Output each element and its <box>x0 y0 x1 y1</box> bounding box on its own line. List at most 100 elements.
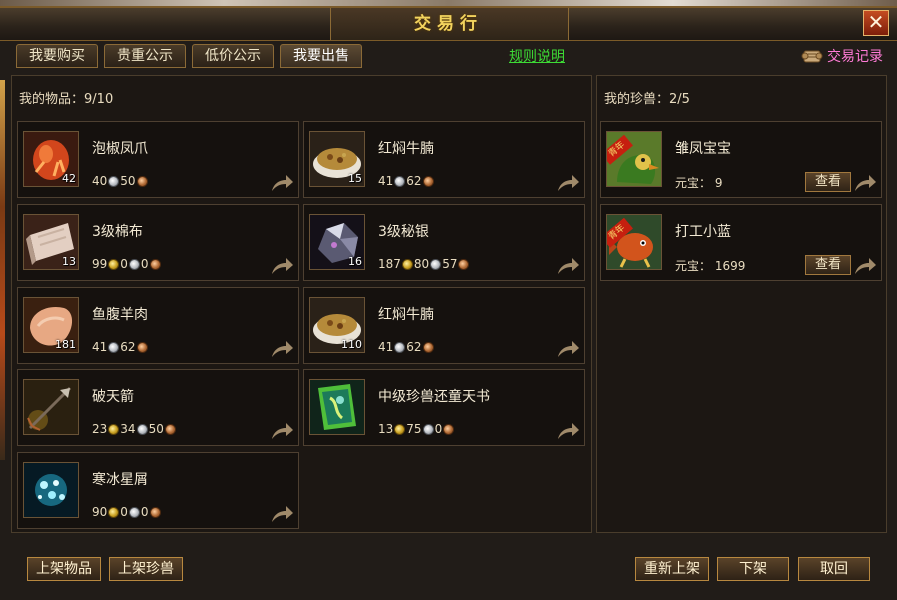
share-arrow-icon[interactable] <box>853 256 877 276</box>
item-name: 3级棉布 <box>92 224 143 240</box>
copper-coin-icon <box>422 341 434 353</box>
tab-buy[interactable]: 我要购买 <box>16 44 98 68</box>
pet-price: 元宝： 1699 <box>675 257 745 274</box>
item-quantity: 15 <box>348 172 362 185</box>
phoenix-chick-icon: 青年 <box>606 131 662 187</box>
cotton-cloth-icon: 13 <box>23 214 79 270</box>
gold-coin-icon <box>108 258 120 270</box>
price-amount: 1699 <box>714 258 746 273</box>
trade-history-button[interactable]: 交易记录 <box>801 44 883 68</box>
item-slot[interactable]: 破天箭 23 34 50 <box>17 369 299 446</box>
copper-coin-icon <box>136 175 148 187</box>
relist-button[interactable]: 重新上架 <box>635 557 709 581</box>
item-quantity: 16 <box>348 255 362 268</box>
price-amount: 90 <box>92 505 108 519</box>
item-quantity: 13 <box>62 255 76 268</box>
price-amount: 34 <box>120 422 136 436</box>
scroll-icon <box>801 50 823 63</box>
item-quantity: 181 <box>55 338 76 351</box>
item-price: 41 62 <box>92 340 149 354</box>
skill-book-icon <box>309 379 365 435</box>
item-price: 40 50 <box>92 174 149 188</box>
price-amount: 40 <box>92 174 108 188</box>
mithril-ore-icon: 16 <box>309 214 365 270</box>
copper-coin-icon <box>458 258 470 270</box>
delist-button[interactable]: 下架 <box>717 557 789 581</box>
item-quantity: 110 <box>341 338 362 351</box>
price-amount: 41 <box>378 174 394 188</box>
item-slot[interactable]: 中级珍兽还童天书 13 75 0 <box>303 369 585 446</box>
price-amount: 62 <box>406 340 422 354</box>
list-pet-button[interactable]: 上架珍兽 <box>109 557 183 581</box>
item-name: 3级秘银 <box>378 224 429 240</box>
pet-price: 元宝： 9 <box>675 174 722 191</box>
tab-low-price[interactable]: 低价公示 <box>192 44 274 68</box>
silver-coin-icon <box>108 341 120 353</box>
pets-header: 我的珍兽：2/5 <box>604 88 690 107</box>
copper-coin-icon <box>149 506 161 518</box>
silver-coin-icon <box>394 175 406 187</box>
item-price: 90 0 0 <box>92 505 162 519</box>
silver-coin-icon <box>128 506 140 518</box>
item-slot[interactable]: 寒冰星屑 90 0 0 <box>17 452 299 529</box>
item-name: 破天箭 <box>92 389 134 405</box>
item-price: 187 80 57 <box>378 257 470 271</box>
list-item-button[interactable]: 上架物品 <box>27 557 101 581</box>
share-arrow-icon[interactable] <box>270 256 294 276</box>
copper-coin-icon <box>164 423 176 435</box>
view-pet-button[interactable]: 查看 <box>805 255 851 275</box>
item-price: 41 62 <box>378 340 435 354</box>
pet-slot[interactable]: 青年 打工小蓝 元宝： 1699 查看 <box>600 204 882 281</box>
share-arrow-icon[interactable] <box>853 173 877 193</box>
trade-history-label: 交易记录 <box>827 49 883 65</box>
rules-link[interactable]: 规则说明 <box>509 46 565 66</box>
item-slot[interactable]: 110 红焖牛腩 41 62 <box>303 287 585 364</box>
copper-coin-icon <box>443 423 455 435</box>
pet-name: 打工小蓝 <box>675 224 731 240</box>
price-amount: 62 <box>120 340 136 354</box>
share-arrow-icon[interactable] <box>556 421 580 441</box>
items-header-label: 我的物品： <box>19 92 85 107</box>
share-arrow-icon[interactable] <box>556 339 580 359</box>
price-amount: 50 <box>120 174 136 188</box>
share-arrow-icon[interactable] <box>270 173 294 193</box>
arrow-icon <box>23 379 79 435</box>
share-arrow-icon[interactable] <box>270 339 294 359</box>
view-pet-button[interactable]: 查看 <box>805 172 851 192</box>
share-arrow-icon[interactable] <box>270 421 294 441</box>
pet-slot[interactable]: 青年 雏凤宝宝 元宝： 9 查看 <box>600 121 882 198</box>
left-edge-decoration <box>0 80 5 460</box>
item-price: 99 0 0 <box>92 257 162 271</box>
share-arrow-icon[interactable] <box>556 256 580 276</box>
silver-coin-icon <box>128 258 140 270</box>
price-label: 元宝： <box>675 176 712 190</box>
price-label: 元宝： <box>675 259 712 273</box>
close-button[interactable]: ✕ <box>863 10 889 36</box>
item-slot[interactable]: 42 泡椒凤爪 40 50 <box>17 121 299 198</box>
item-slot[interactable]: 13 3级棉布 99 0 0 <box>17 204 299 281</box>
item-slot[interactable]: 15 红焖牛腩 41 62 <box>303 121 585 198</box>
gold-coin-icon <box>401 258 413 270</box>
pets-header-label: 我的珍兽： <box>604 92 670 107</box>
price-amount: 0 <box>120 505 128 519</box>
silver-coin-icon <box>430 258 442 270</box>
blue-fish-icon: 青年 <box>606 214 662 270</box>
share-arrow-icon[interactable] <box>270 504 294 524</box>
price-amount: 80 <box>413 257 430 271</box>
retrieve-button[interactable]: 取回 <box>798 557 870 581</box>
item-name: 鱼腹羊肉 <box>92 307 148 323</box>
price-amount: 23 <box>92 422 108 436</box>
copper-coin-icon <box>136 341 148 353</box>
close-icon: ✕ <box>867 10 885 34</box>
item-price: 13 75 0 <box>378 422 455 436</box>
ice-crystal-icon <box>23 462 79 518</box>
silver-coin-icon <box>108 175 120 187</box>
tab-sell[interactable]: 我要出售 <box>280 44 362 68</box>
braised-beef-icon: 15 <box>309 131 365 187</box>
share-arrow-icon[interactable] <box>556 173 580 193</box>
price-amount: 9 <box>714 175 723 190</box>
item-slot[interactable]: 181 鱼腹羊肉 41 62 <box>17 287 299 364</box>
tab-valuable[interactable]: 贵重公示 <box>104 44 186 68</box>
silver-coin-icon <box>394 341 406 353</box>
item-slot[interactable]: 16 3级秘银 187 80 57 <box>303 204 585 281</box>
